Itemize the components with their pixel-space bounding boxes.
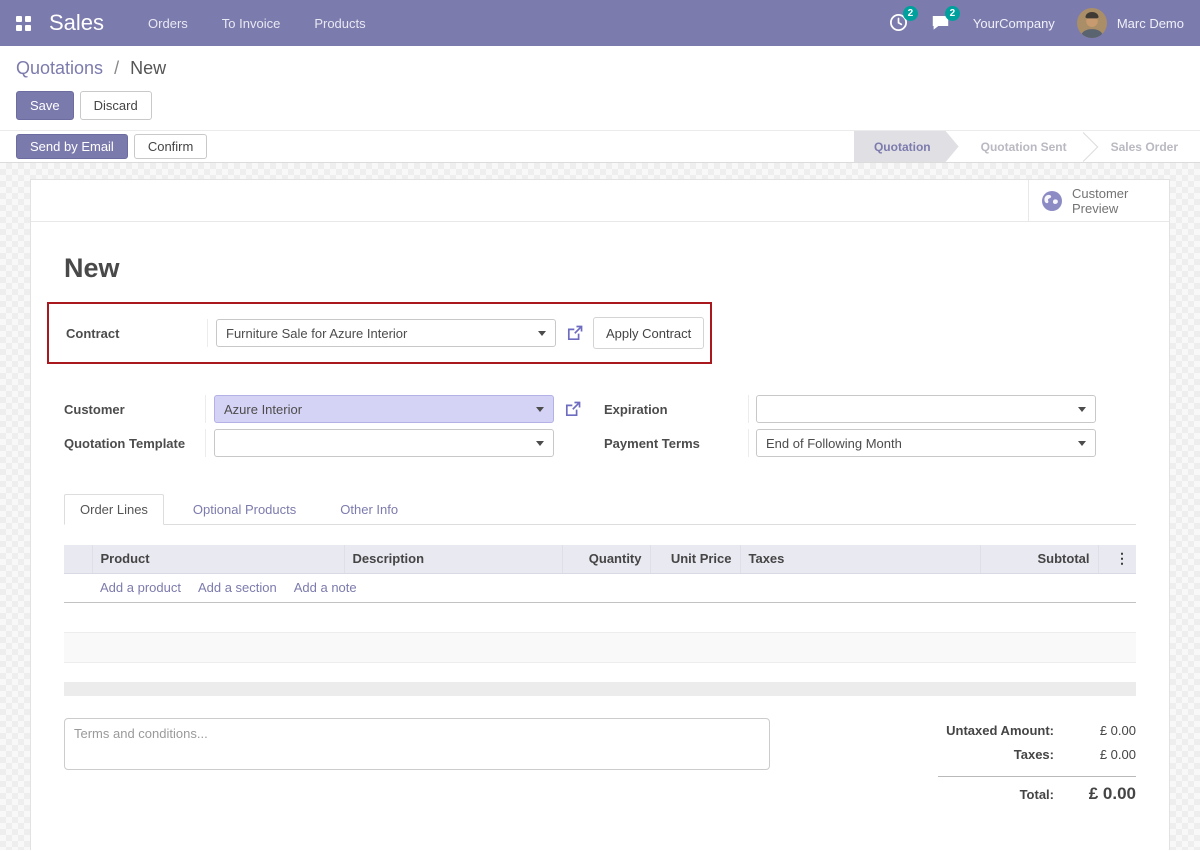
menu-orders[interactable]: Orders — [146, 10, 190, 37]
sheet-button-box: Customer Preview — [31, 180, 1169, 222]
add-line-row: Add a product Add a section Add a note — [64, 573, 1136, 603]
total-label: Total: — [1019, 787, 1054, 802]
user-avatar[interactable] — [1076, 8, 1107, 38]
globe-icon — [1042, 190, 1062, 211]
contract-external-link-icon[interactable] — [566, 324, 584, 342]
empty-row — [64, 632, 1136, 663]
untaxed-amount-label: Untaxed Amount: — [946, 723, 1054, 738]
messages-badge: 2 — [944, 6, 960, 21]
customer-preview-label: Customer Preview — [1072, 185, 1129, 216]
customer-external-link-icon[interactable] — [564, 400, 582, 418]
user-menu[interactable]: Marc Demo — [1117, 16, 1184, 31]
chevron-down-icon — [536, 406, 544, 412]
totals-block: Untaxed Amount: £ 0.00 Taxes: £ 0.00 Tot… — [938, 723, 1136, 804]
record-actions: Save Discard — [16, 91, 1184, 120]
untaxed-amount-row: Untaxed Amount: £ 0.00 — [938, 723, 1136, 747]
untaxed-amount-value: £ 0.00 — [1099, 723, 1136, 738]
quotation-template-select[interactable] — [214, 429, 554, 457]
optional-columns-icon[interactable]: ⋮ — [1115, 550, 1129, 566]
statusbar: Send by Email Confirm Quotation Quotatio… — [0, 130, 1200, 163]
step-sales-order[interactable]: Sales Order — [1089, 131, 1200, 162]
col-quantity[interactable]: Quantity — [561, 545, 650, 574]
customer-preview-button[interactable]: Customer Preview — [1028, 180, 1169, 221]
contract-label: Contract — [66, 319, 208, 347]
activity-clock-icon[interactable]: 2 — [889, 6, 918, 33]
company-switcher[interactable]: YourCompany — [973, 16, 1055, 31]
contract-highlight-box: Contract Furniture Sale for Azure Interi… — [47, 302, 712, 364]
empty-row — [64, 662, 1136, 682]
chevron-down-icon — [536, 440, 544, 446]
col-unit-price[interactable]: Unit Price — [649, 545, 740, 574]
payment-terms-select[interactable]: End of Following Month — [756, 429, 1096, 457]
customer-label: Customer — [64, 395, 206, 423]
menu-to-invoice[interactable]: To Invoice — [220, 10, 283, 37]
breadcrumb-current: New — [130, 58, 167, 78]
form-view-background: Customer Preview New Contract Furniture … — [0, 163, 1200, 850]
status-steps: Quotation Quotation Sent Sales Order — [854, 131, 1200, 162]
chevron-down-icon — [538, 330, 546, 336]
order-lines-table: Product Description Quantity Unit Price … — [64, 545, 1136, 682]
add-a-section-link[interactable]: Add a section — [198, 580, 277, 595]
col-taxes[interactable]: Taxes — [739, 545, 980, 574]
main-menu: Orders To Invoice Products — [146, 10, 368, 37]
activity-badge: 2 — [902, 6, 918, 21]
col-description[interactable]: Description — [343, 545, 562, 574]
breadcrumb-separator: / — [114, 58, 120, 78]
send-by-email-button[interactable]: Send by Email — [16, 134, 128, 159]
tab-optional-products[interactable]: Optional Products — [178, 495, 311, 524]
expiration-select[interactable] — [756, 395, 1096, 423]
col-product[interactable]: Product — [91, 545, 344, 574]
add-a-note-link[interactable]: Add a note — [294, 580, 357, 595]
contract-value: Furniture Sale for Azure Interior — [226, 325, 408, 341]
form-sheet: Customer Preview New Contract Furniture … — [30, 179, 1170, 850]
apps-menu-icon[interactable] — [16, 15, 31, 31]
breadcrumb-quotations[interactable]: Quotations — [16, 58, 103, 78]
terms-and-conditions-input[interactable] — [64, 718, 770, 770]
add-a-product-link[interactable]: Add a product — [100, 580, 181, 595]
tab-other-info[interactable]: Other Info — [325, 495, 413, 524]
statusbar-buttons: Send by Email Confirm — [16, 134, 208, 159]
breadcrumb: Quotations / New — [16, 58, 1184, 79]
app-window: Sales Orders To Invoice Products 2 2 You… — [0, 0, 1200, 851]
messages-icon[interactable]: 2 — [931, 6, 960, 33]
fields-grid: Customer Azure Interior Expiration Quota… — [64, 395, 1136, 457]
total-row: Total: £ 0.00 — [938, 776, 1136, 804]
table-header-row: Product Description Quantity Unit Price … — [64, 545, 1136, 574]
customer-value: Azure Interior — [224, 401, 303, 417]
app-title[interactable]: Sales — [49, 10, 104, 36]
expiration-label: Expiration — [604, 395, 749, 423]
col-subtotal[interactable]: Subtotal — [979, 545, 1098, 574]
contract-select[interactable]: Furniture Sale for Azure Interior — [216, 319, 556, 347]
quotation-template-label: Quotation Template — [64, 429, 206, 457]
payment-terms-label: Payment Terms — [604, 429, 749, 457]
payment-terms-value: End of Following Month — [766, 435, 902, 451]
record-title: New — [64, 253, 120, 283]
save-button[interactable]: Save — [16, 91, 74, 120]
taxes-value: £ 0.00 — [1099, 747, 1136, 762]
control-panel: Quotations / New Save Discard — [0, 46, 1200, 130]
taxes-label: Taxes: — [1013, 747, 1054, 762]
sheet-body: New Contract Furniture Sale for Azure In… — [31, 253, 1169, 844]
navbar-right: 2 2 YourCompany Marc Demo — [889, 6, 1184, 38]
step-quotation-sent[interactable]: Quotation Sent — [959, 131, 1089, 162]
confirm-button[interactable]: Confirm — [133, 134, 208, 159]
top-navbar: Sales Orders To Invoice Products 2 2 You… — [0, 0, 1200, 46]
chevron-down-icon — [1078, 440, 1086, 446]
customer-select[interactable]: Azure Interior — [214, 395, 554, 423]
table-footer-stripe — [64, 682, 1136, 696]
apply-contract-button[interactable]: Apply Contract — [593, 317, 705, 349]
taxes-row: Taxes: £ 0.00 — [938, 747, 1136, 771]
menu-products[interactable]: Products — [312, 10, 367, 37]
discard-button[interactable]: Discard — [79, 91, 152, 120]
step-quotation[interactable]: Quotation — [854, 131, 959, 162]
total-value: £ 0.00 — [1088, 784, 1136, 803]
sheet-footer: Untaxed Amount: £ 0.00 Taxes: £ 0.00 Tot… — [64, 718, 1136, 844]
tab-order-lines[interactable]: Order Lines — [64, 494, 164, 525]
col-handle — [64, 545, 92, 574]
notebook-tabs: Order Lines Optional Products Other Info — [64, 494, 1136, 525]
chevron-down-icon — [1078, 406, 1086, 412]
contract-field-row: Contract Furniture Sale for Azure Interi… — [66, 317, 710, 349]
empty-row — [64, 602, 1136, 633]
